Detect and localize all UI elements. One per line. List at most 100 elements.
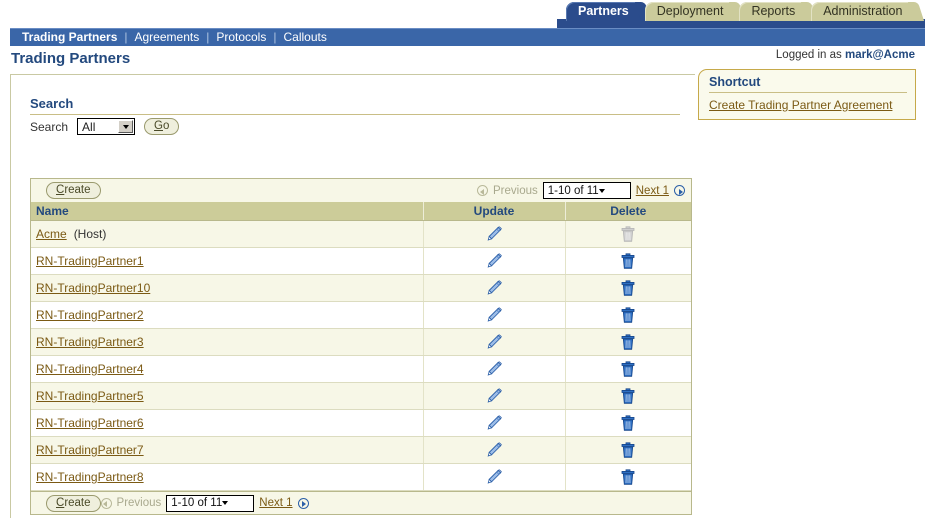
trash-icon[interactable] [620, 387, 636, 405]
cell-delete[interactable] [565, 463, 691, 491]
cell-delete[interactable] [565, 274, 691, 302]
trash-icon[interactable] [620, 306, 636, 324]
cell-name: RN-TradingPartner4 [31, 355, 424, 383]
cell-name: RN-TradingPartner7 [31, 436, 424, 464]
page-title: Trading Partners [11, 50, 131, 67]
subnav-item-agreements[interactable]: Agreements [135, 30, 200, 44]
cell-update[interactable] [423, 247, 566, 275]
table-row: RN-TradingPartner8 [31, 463, 691, 491]
partner-name-link[interactable]: RN-TradingPartner7 [36, 443, 144, 457]
partner-name-link[interactable]: RN-TradingPartner5 [36, 389, 144, 403]
subnav-item-protocols[interactable]: Protocols [216, 30, 266, 44]
cell-update[interactable] [423, 409, 566, 437]
table-row: RN-TradingPartner6 [31, 409, 691, 437]
trash-icon[interactable] [620, 441, 636, 459]
next-arrow-icon[interactable] [297, 497, 309, 509]
table-row: RN-TradingPartner10 [31, 274, 691, 302]
cell-update[interactable] [423, 301, 566, 329]
cell-update[interactable] [423, 463, 566, 491]
partner-name-link[interactable]: RN-TradingPartner1 [36, 254, 144, 268]
cell-name: Acme (Host) [31, 220, 424, 248]
next-arrow-icon[interactable] [674, 185, 685, 196]
column-header-name[interactable]: Name [31, 202, 424, 221]
chevron-down-icon [118, 120, 134, 133]
cell-name: RN-TradingPartner10 [31, 274, 424, 302]
cell-update[interactable] [423, 355, 566, 383]
table-row: RN-TradingPartner3 [31, 328, 691, 356]
cell-delete[interactable] [565, 328, 691, 356]
tab-deployment[interactable]: Deployment [644, 2, 746, 21]
trash-icon[interactable] [620, 252, 636, 270]
pencil-icon [487, 442, 502, 457]
trash-icon[interactable] [620, 279, 636, 297]
search-scope-select[interactable]: All [77, 118, 136, 135]
shortcut-title: Shortcut [709, 75, 907, 93]
logged-in-status: Logged in as mark@Acme [776, 49, 915, 61]
pencil-icon [487, 388, 502, 403]
create-button-top[interactable]: Create [46, 182, 101, 199]
tab-administration-label: Administration [823, 4, 903, 18]
create-rest-letters: reate [64, 184, 91, 196]
pencil-icon [487, 226, 502, 241]
partner-name-link[interactable]: RN-TradingPartner8 [36, 470, 144, 484]
table-row: RN-TradingPartner5 [31, 382, 691, 410]
subnav-separator: | [273, 30, 277, 44]
tab-deployment-label: Deployment [656, 4, 724, 18]
subnav-item-callouts[interactable]: Callouts [283, 30, 326, 44]
cell-delete[interactable] [565, 355, 691, 383]
create-trading-partner-agreement-link[interactable]: Create Trading Partner Agreement [709, 98, 892, 112]
pagination-bottom: Previous 1-10 of 11 Next 1 [100, 494, 309, 512]
cell-update[interactable] [423, 274, 566, 302]
column-header-update: Update [423, 202, 566, 221]
trash-icon[interactable] [620, 468, 636, 486]
table-toolbar-bottom: Create Previous 1-10 of 11 Next 1 [31, 491, 691, 514]
subnav-item-trading-partners[interactable]: Trading Partners [22, 30, 117, 44]
cell-update[interactable] [423, 328, 566, 356]
partner-name-link[interactable]: RN-TradingPartner2 [36, 308, 144, 322]
trading-partners-table: Create Previous 1-10 of 11 Next 1 Name U… [30, 178, 692, 515]
cell-update[interactable] [423, 382, 566, 410]
partner-name-link[interactable]: Acme [36, 227, 67, 241]
next-link-bottom[interactable]: Next 1 [259, 497, 292, 509]
tab-list: Partners Deployment Reports Administrati… [566, 2, 925, 21]
pencil-icon [487, 280, 502, 295]
pencil-icon [487, 307, 502, 322]
partner-name-link[interactable]: RN-TradingPartner6 [36, 416, 144, 430]
tab-partners[interactable]: Partners [566, 2, 651, 21]
page-range-select-top[interactable]: 1-10 of 11 [542, 182, 631, 199]
partner-name-link[interactable]: RN-TradingPartner4 [36, 362, 144, 376]
table-row: RN-TradingPartner1 [31, 247, 691, 275]
search-go-button[interactable]: Go [144, 118, 180, 135]
cell-delete[interactable] [565, 301, 691, 329]
table-row: RN-TradingPartner7 [31, 436, 691, 464]
pencil-icon [487, 253, 502, 268]
cell-update[interactable] [423, 436, 566, 464]
table-row: RN-TradingPartner4 [31, 355, 691, 383]
tab-reports[interactable]: Reports [739, 2, 818, 21]
search-field-label: Search [30, 119, 69, 134]
trash-icon[interactable] [620, 333, 636, 351]
search-section-divider [30, 114, 680, 115]
partner-name-link[interactable]: RN-TradingPartner10 [36, 281, 150, 295]
partner-name-link[interactable]: RN-TradingPartner3 [36, 335, 144, 349]
create-button-bottom[interactable]: Create [46, 494, 101, 512]
search-section-heading: Search [30, 96, 74, 111]
subnav-separator: | [206, 30, 210, 44]
cell-delete[interactable] [565, 409, 691, 437]
page-range-select-bottom[interactable]: 1-10 of 11 [166, 494, 255, 512]
tab-administration[interactable]: Administration [811, 2, 925, 21]
cell-name: RN-TradingPartner2 [31, 301, 424, 329]
cell-name: RN-TradingPartner5 [31, 382, 424, 410]
cell-delete[interactable] [565, 247, 691, 275]
trash-icon[interactable] [620, 360, 636, 378]
previous-label-bottom: Previous [116, 497, 162, 509]
cell-update[interactable] [423, 220, 566, 248]
next-link-top[interactable]: Next 1 [636, 185, 669, 197]
tab-shape-decoration [908, 2, 925, 21]
cell-delete[interactable] [565, 436, 691, 464]
cell-delete[interactable] [565, 382, 691, 410]
trash-icon[interactable] [620, 414, 636, 432]
table-toolbar-top: Create Previous 1-10 of 11 Next 1 [31, 179, 691, 202]
table-row: RN-TradingPartner2 [31, 301, 691, 329]
partners-grid: Name Update Delete Acme (Host) RN-Trading… [31, 202, 691, 491]
